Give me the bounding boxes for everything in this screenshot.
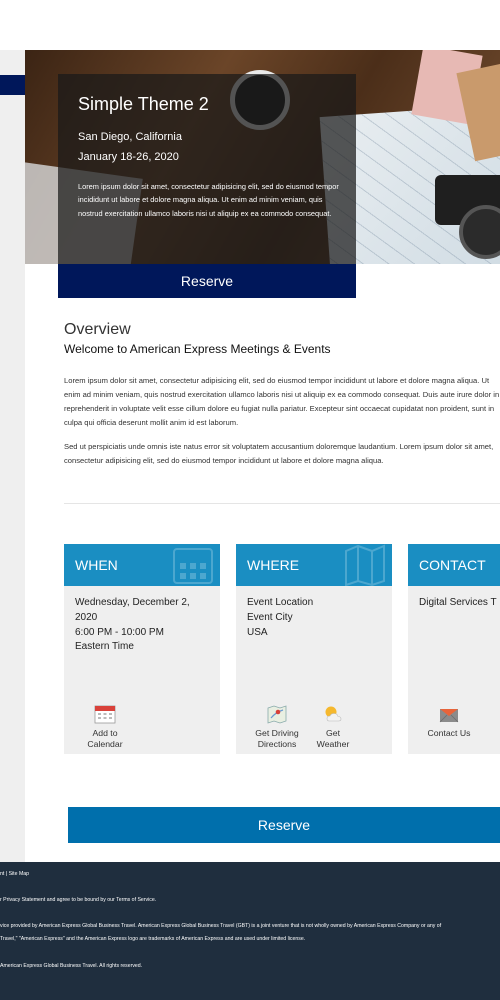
map-icon [267,705,287,724]
map-watermark-icon [345,544,385,587]
overview-paragraph-1: Lorem ipsum dolor sit amet, consectetur … [64,376,500,427]
calendar-watermark-icon [173,548,213,584]
footer-privacy-text: r Privacy Statement and agree to be boun… [0,897,157,903]
footer-links: nt | Site Map [0,871,29,877]
footer-gbt-text: vice provided by American Express Global… [0,923,442,929]
when-date-line2: 2020 [75,611,98,623]
when-date-line1: Wednesday, December 2, [75,597,190,608]
overview-paragraph-2: Sed ut perspiciatis unde omnis iste natu… [64,442,494,465]
weather-label-line1: Get [325,728,340,738]
contact-card: CONTACT Digital Services T Contact Us [408,544,500,754]
when-details: Wednesday, December 2, 2020 6:00 PM - 10… [75,596,215,655]
calendar-label-line1: Add to [92,728,118,738]
weather-label-line2: Weather [316,739,350,749]
event-title: Simple Theme 2 [78,94,209,114]
add-to-calendar-button[interactable]: Add to Calendar [70,704,140,750]
weather-icon [325,706,342,722]
where-venue: Event Location [247,597,314,608]
when-heading: WHEN [75,557,118,573]
when-card: WHEN Wednesday, December 2, 2020 6:00 PM… [64,544,220,754]
where-city: Event City [247,611,293,623]
overview-title: Overview [64,321,131,338]
contact-us-button[interactable]: Contact Us [414,704,484,739]
footer: nt | Site Map r Privacy Statement and ag… [0,862,500,1000]
when-timezone: Eastern Time [75,641,134,653]
contact-details: Digital Services T [419,596,500,611]
footer-copyright: American Express Global Business Travel.… [0,963,143,969]
section-divider [64,503,500,504]
contact-card-header: CONTACT [408,544,500,586]
nav-accent-bar [0,75,25,95]
top-bar [0,0,500,51]
where-card-header: WHERE [236,544,392,587]
footer-link-site-map[interactable]: Site Map [9,871,29,877]
event-location: San Diego, California [78,131,182,143]
overview-subtitle: Welcome to American Express Meetings & E… [64,342,331,356]
left-rail [0,50,25,862]
where-heading: WHERE [247,557,300,573]
calendar-label-line2: Calendar [87,739,123,749]
contact-name: Digital Services T [419,597,497,608]
contact-us-label: Contact Us [427,728,471,738]
event-dates: January 18-26, 2020 [78,151,179,163]
reserve-button-bottom[interactable]: Reserve [68,807,500,843]
get-weather-button[interactable]: Get Weather [298,704,368,750]
reserve-button-top[interactable]: Reserve [58,264,356,298]
where-country: USA [247,626,268,638]
envelope-icon [439,709,459,723]
event-info-card: Simple Theme 2 San Diego, California Jan… [58,74,356,264]
when-card-header: WHEN [64,544,220,586]
event-description: Lorem ipsum dolor sit amet, consectetur … [78,182,339,218]
where-details: Event Location Event City USA [247,596,387,640]
when-time: 6:00 PM - 10:00 PM [75,626,164,638]
contact-heading: CONTACT [419,557,486,573]
calendar-icon [94,705,116,724]
where-card: WHERE Event Location Event City USA Get … [236,544,392,754]
footer-trademark-text: Travel," "American Express" and the Amer… [0,936,306,942]
